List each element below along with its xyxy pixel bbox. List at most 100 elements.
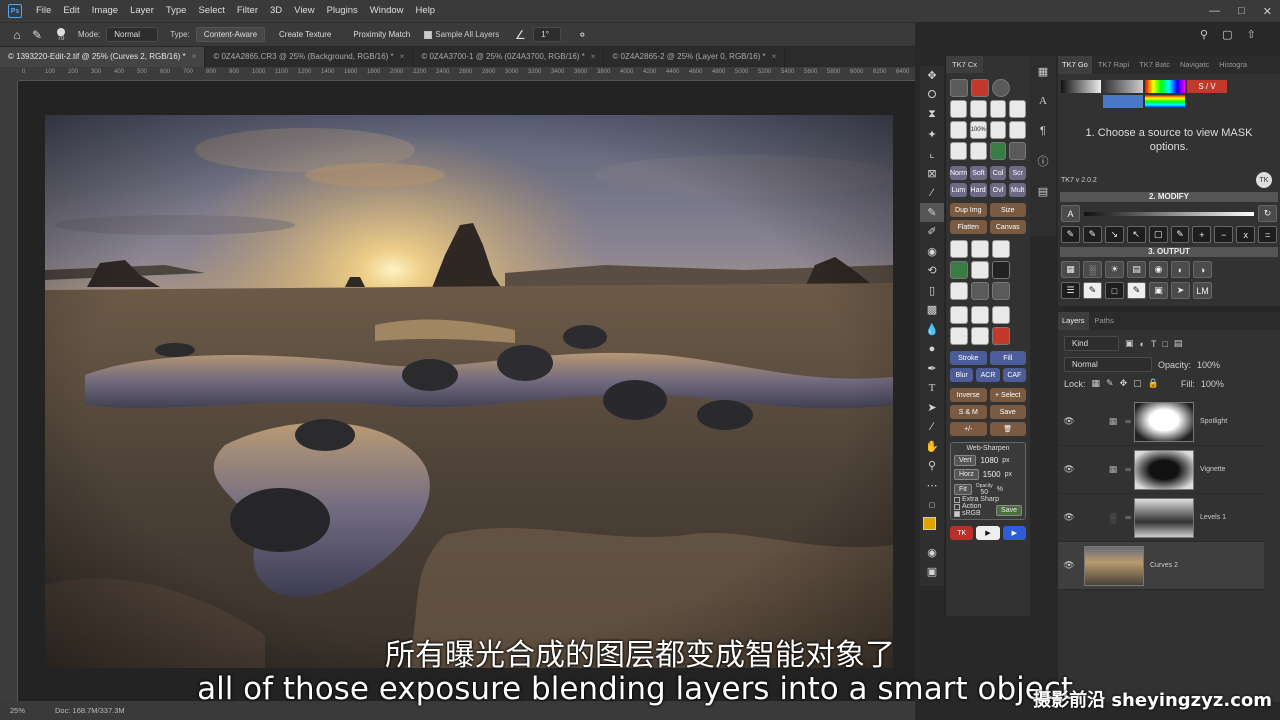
visibility-eye-icon[interactable]: 👁: [1058, 512, 1080, 523]
levels-mask-thumbnail[interactable]: [1134, 497, 1194, 538]
plus-icon[interactable]: +: [1192, 226, 1212, 243]
tk-brush-black-icon[interactable]: [950, 142, 967, 160]
tk-plus-minus-2-icon[interactable]: [971, 306, 989, 324]
zoom-level[interactable]: 25%: [10, 706, 25, 715]
hand-tool-icon[interactable]: ✋: [920, 437, 944, 457]
layer-row-spotlight[interactable]: 👁 ▦ ∞ Spotlight: [1058, 398, 1264, 446]
default-colors-icon[interactable]: ▢: [920, 495, 944, 515]
character-icon[interactable]: A: [1030, 86, 1056, 116]
output-brush-white-icon[interactable]: ✎: [1083, 282, 1102, 299]
size-button[interactable]: Size: [989, 203, 1026, 217]
doc-size[interactable]: Doc: 168.7M/337.3M: [55, 706, 125, 715]
expand-icon[interactable]: ↘: [1104, 226, 1124, 243]
move-tool-icon[interactable]: ✥: [920, 66, 944, 86]
vignette-mask-thumbnail[interactable]: [1134, 449, 1194, 490]
vert-button[interactable]: Vert: [954, 455, 977, 466]
tk-mask-icon-1[interactable]: [971, 282, 989, 300]
lock-pixels-icon[interactable]: ▦: [1092, 378, 1101, 389]
menu-plugins[interactable]: Plugins: [321, 0, 364, 22]
extra-sharp-checkbox[interactable]: Extra Sharp: [954, 496, 1022, 503]
search-icon[interactable]: ⚲: [1200, 28, 1208, 41]
tab-tk7-go[interactable]: TK7 Go: [1058, 56, 1092, 74]
quick-select-tool-icon[interactable]: ✦: [920, 125, 944, 145]
play-white-icon[interactable]: ▶: [976, 526, 1000, 540]
gradient-tool-icon[interactable]: ▩: [920, 300, 944, 320]
dodge-tool-icon[interactable]: ●: [920, 339, 944, 359]
tk-layer-icon-5[interactable]: [971, 261, 989, 279]
history-brush-tool-icon[interactable]: ⟲: [920, 261, 944, 281]
path-select-tool-icon[interactable]: ➤: [920, 398, 944, 418]
visibility-eye-icon[interactable]: 👁: [1058, 464, 1080, 475]
home-icon[interactable]: ⌂: [10, 28, 24, 42]
pen-tool-icon[interactable]: ✒: [920, 359, 944, 379]
smooth-icon[interactable]: ✎: [1170, 226, 1190, 243]
eraser-tool-icon[interactable]: ▯: [920, 281, 944, 301]
canvas-button[interactable]: Canvas: [989, 220, 1026, 234]
tab-navigator[interactable]: Navigatc: [1176, 56, 1213, 74]
horizontal-ruler[interactable]: 0 100 200 300 400 500 600 700 800 900 1000 1100 1200…: [18, 67, 915, 81]
quick-mask-icon[interactable]: ◉: [920, 543, 944, 563]
tk-layer-icon-4[interactable]: [950, 261, 968, 279]
tk-brush-gray-icon[interactable]: [1009, 142, 1026, 160]
content-aware-button[interactable]: Content-Aware: [195, 27, 266, 42]
menu-type[interactable]: Type: [160, 0, 193, 22]
rainbow-swatch[interactable]: [1145, 80, 1185, 93]
menu-filter[interactable]: Filter: [231, 0, 264, 22]
menu-layer[interactable]: Layer: [124, 0, 160, 22]
blend-ovl-button[interactable]: Ovl: [989, 183, 1007, 197]
blur-tool-icon[interactable]: 💧: [920, 320, 944, 340]
lock-all-icon[interactable]: 🔒: [1148, 378, 1159, 389]
user-swatch[interactable]: [1103, 95, 1143, 108]
spotlight-mask-thumbnail[interactable]: [1134, 401, 1194, 442]
menu-3d[interactable]: 3D: [264, 0, 288, 22]
output-brush-black-icon[interactable]: ✎: [1127, 282, 1146, 299]
tk-open-icon[interactable]: [950, 100, 967, 118]
levels-slider[interactable]: [1084, 211, 1254, 216]
frame-tool-icon[interactable]: ⊠: [920, 164, 944, 184]
stroke-button[interactable]: Stroke: [950, 351, 987, 365]
layer-row-curves-2[interactable]: 👁 Curves 2: [1058, 542, 1264, 590]
tab-histogram[interactable]: Histogra: [1215, 56, 1251, 74]
tk-fit-icon[interactable]: [950, 121, 967, 139]
trash-button[interactable]: 🗑: [989, 422, 1026, 436]
gray-ramp-swatch[interactable]: [1061, 80, 1101, 93]
layer-row-levels[interactable]: 👁 ░ ∞ Levels 1: [1058, 494, 1264, 542]
properties-icon[interactable]: ▦: [1030, 56, 1056, 86]
output-dodge-icon[interactable]: ◐: [1171, 261, 1190, 278]
user-play-icon[interactable]: ▶: [1002, 526, 1026, 540]
tab-document-4[interactable]: © 0Z4A2865-2 @ 25% (Layer 0, RGB/16) * ×: [604, 47, 786, 67]
mode-select[interactable]: Normal: [106, 27, 159, 42]
brush-preset-picker[interactable]: 70: [50, 27, 72, 42]
tk-layer-icon-6[interactable]: [992, 261, 1010, 279]
link-chain-icon[interactable]: ∞: [1122, 465, 1134, 474]
blend-norm-button[interactable]: Norm: [950, 166, 968, 180]
menu-file[interactable]: File: [30, 0, 57, 22]
tk-zoom-in-icon[interactable]: [989, 121, 1007, 139]
lock-move-icon[interactable]: ✥: [1120, 378, 1128, 389]
rainbow-layers-swatch[interactable]: [1145, 95, 1185, 108]
lm-button[interactable]: LM: [1193, 282, 1212, 299]
tab-tk7-batch[interactable]: TK7 Batc: [1135, 56, 1174, 74]
filter-pixel-icon[interactable]: ▣: [1125, 338, 1134, 349]
lock-artboard-icon[interactable]: ▢: [1133, 378, 1142, 389]
menu-select[interactable]: Select: [192, 0, 230, 22]
lasso-tool-icon[interactable]: ⧗: [920, 105, 944, 125]
output-sun-icon[interactable]: ☀: [1105, 261, 1124, 278]
tk-logo-icon[interactable]: TK: [1256, 172, 1272, 188]
tk-layer-icon-1[interactable]: [950, 240, 968, 258]
more-tools-icon[interactable]: ⋯: [920, 476, 944, 496]
tk-color-icon[interactable]: [971, 79, 989, 97]
blend-mode-select[interactable]: Normal: [1064, 357, 1152, 372]
tk-rewind-icon[interactable]: [989, 100, 1007, 118]
menu-help[interactable]: Help: [410, 0, 442, 22]
web-sharpen-save-button[interactable]: Save: [996, 504, 1022, 516]
tk-brush-green-icon[interactable]: [989, 142, 1007, 160]
close-tab-icon[interactable]: ×: [400, 52, 405, 61]
vertical-ruler[interactable]: [0, 81, 18, 701]
close-tab-icon[interactable]: ×: [192, 52, 197, 61]
marquee-tool-icon[interactable]: ⭘: [920, 86, 944, 106]
filter-type-icon[interactable]: T: [1151, 339, 1157, 349]
horz-button[interactable]: Horz: [954, 469, 979, 480]
crop-tool-icon[interactable]: ⌞: [920, 144, 944, 164]
color-swatches[interactable]: [920, 515, 944, 543]
